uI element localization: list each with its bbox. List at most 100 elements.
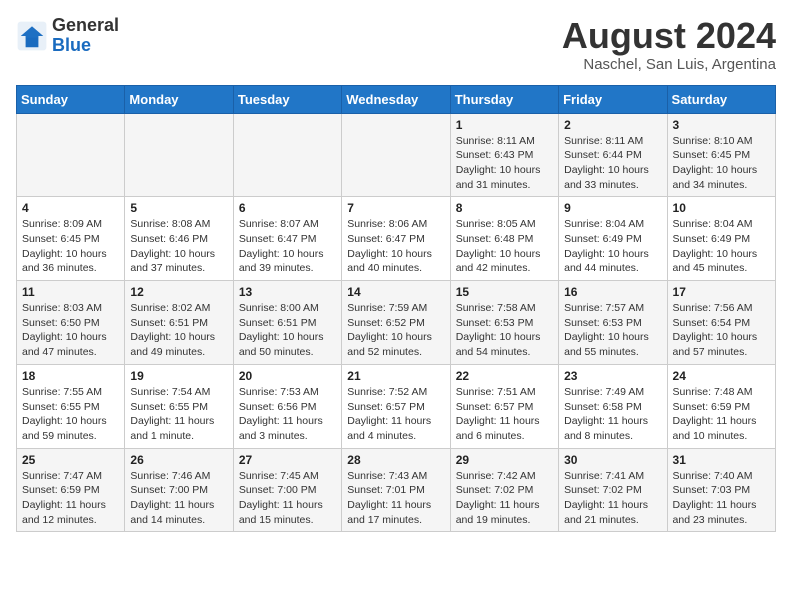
day-info: Sunrise: 7:46 AM Sunset: 7:00 PM Dayligh…	[130, 469, 227, 528]
calendar-table: SundayMondayTuesdayWednesdayThursdayFrid…	[16, 85, 776, 533]
day-info: Sunrise: 8:10 AM Sunset: 6:45 PM Dayligh…	[673, 134, 770, 193]
day-info: Sunrise: 7:45 AM Sunset: 7:00 PM Dayligh…	[239, 469, 336, 528]
logo-icon	[16, 20, 48, 52]
weekday-header-friday: Friday	[559, 85, 667, 113]
day-number: 11	[22, 285, 119, 299]
day-info: Sunrise: 7:42 AM Sunset: 7:02 PM Dayligh…	[456, 469, 553, 528]
logo: General Blue	[16, 16, 119, 56]
day-number: 29	[456, 453, 553, 467]
day-number: 23	[564, 369, 661, 383]
day-number: 16	[564, 285, 661, 299]
page-header: General Blue August 2024 Naschel, San Lu…	[16, 16, 776, 73]
calendar-week-row: 4 Sunrise: 8:09 AM Sunset: 6:45 PM Daylig…	[17, 197, 776, 281]
calendar-cell: 17 Sunrise: 7:56 AM Sunset: 6:54 PM Dayli…	[667, 281, 775, 365]
weekday-header-sunday: Sunday	[17, 85, 125, 113]
calendar-cell: 11 Sunrise: 8:03 AM Sunset: 6:50 PM Dayli…	[17, 281, 125, 365]
day-info: Sunrise: 7:57 AM Sunset: 6:53 PM Dayligh…	[564, 301, 661, 360]
day-info: Sunrise: 8:02 AM Sunset: 6:51 PM Dayligh…	[130, 301, 227, 360]
calendar-cell: 15Sunrise: 7:58 AM Sunset: 6:53 PM Dayli…	[450, 281, 558, 365]
calendar-cell: 4 Sunrise: 8:09 AM Sunset: 6:45 PM Daylig…	[17, 197, 125, 281]
calendar-cell: 14Sunrise: 7:59 AM Sunset: 6:52 PM Dayli…	[342, 281, 450, 365]
calendar-header: SundayMondayTuesdayWednesdayThursdayFrid…	[17, 85, 776, 113]
day-number: 31	[673, 453, 770, 467]
calendar-cell: 21Sunrise: 7:52 AM Sunset: 6:57 PM Dayli…	[342, 364, 450, 448]
day-number: 30	[564, 453, 661, 467]
calendar-cell	[342, 113, 450, 197]
weekday-header-tuesday: Tuesday	[233, 85, 341, 113]
day-number: 24	[673, 369, 770, 383]
day-number: 22	[456, 369, 553, 383]
calendar-cell: 12 Sunrise: 8:02 AM Sunset: 6:51 PM Dayli…	[125, 281, 233, 365]
day-info: Sunrise: 8:11 AM Sunset: 6:44 PM Dayligh…	[564, 134, 661, 193]
day-number: 5	[130, 201, 227, 215]
title-block: August 2024 Naschel, San Luis, Argentina	[562, 16, 776, 73]
weekday-header-monday: Monday	[125, 85, 233, 113]
calendar-week-row: 1Sunrise: 8:11 AM Sunset: 6:43 PM Daylig…	[17, 113, 776, 197]
day-info: Sunrise: 7:52 AM Sunset: 6:57 PM Dayligh…	[347, 385, 444, 444]
day-info: Sunrise: 7:58 AM Sunset: 6:53 PM Dayligh…	[456, 301, 553, 360]
day-number: 7	[347, 201, 444, 215]
calendar-cell	[233, 113, 341, 197]
calendar-cell: 1Sunrise: 8:11 AM Sunset: 6:43 PM Daylig…	[450, 113, 558, 197]
weekday-header-saturday: Saturday	[667, 85, 775, 113]
day-number: 13	[239, 285, 336, 299]
day-number: 26	[130, 453, 227, 467]
day-info: Sunrise: 8:09 AM Sunset: 6:45 PM Dayligh…	[22, 217, 119, 276]
day-info: Sunrise: 8:03 AM Sunset: 6:50 PM Dayligh…	[22, 301, 119, 360]
day-number: 12	[130, 285, 227, 299]
calendar-cell: 31 Sunrise: 7:40 AM Sunset: 7:03 PM Dayli…	[667, 448, 775, 532]
day-number: 19	[130, 369, 227, 383]
day-number: 18	[22, 369, 119, 383]
calendar-cell: 30 Sunrise: 7:41 AM Sunset: 7:02 PM Dayli…	[559, 448, 667, 532]
calendar-cell: 3 Sunrise: 8:10 AM Sunset: 6:45 PM Daylig…	[667, 113, 775, 197]
day-number: 6	[239, 201, 336, 215]
day-number: 17	[673, 285, 770, 299]
day-info: Sunrise: 7:40 AM Sunset: 7:03 PM Dayligh…	[673, 469, 770, 528]
day-number: 4	[22, 201, 119, 215]
calendar-cell: 5 Sunrise: 8:08 AM Sunset: 6:46 PM Daylig…	[125, 197, 233, 281]
day-info: Sunrise: 7:49 AM Sunset: 6:58 PM Dayligh…	[564, 385, 661, 444]
calendar-cell: 8Sunrise: 8:05 AM Sunset: 6:48 PM Daylig…	[450, 197, 558, 281]
calendar-cell: 7 Sunrise: 8:06 AM Sunset: 6:47 PM Daylig…	[342, 197, 450, 281]
logo-general-label: General	[52, 16, 119, 36]
day-number: 2	[564, 118, 661, 132]
day-info: Sunrise: 8:04 AM Sunset: 6:49 PM Dayligh…	[673, 217, 770, 276]
day-info: Sunrise: 7:48 AM Sunset: 6:59 PM Dayligh…	[673, 385, 770, 444]
location-label: Naschel, San Luis, Argentina	[562, 56, 776, 73]
calendar-cell: 6 Sunrise: 8:07 AM Sunset: 6:47 PM Daylig…	[233, 197, 341, 281]
day-number: 25	[22, 453, 119, 467]
day-info: Sunrise: 7:56 AM Sunset: 6:54 PM Dayligh…	[673, 301, 770, 360]
calendar-cell: 13 Sunrise: 8:00 AM Sunset: 6:51 PM Dayli…	[233, 281, 341, 365]
day-info: Sunrise: 8:06 AM Sunset: 6:47 PM Dayligh…	[347, 217, 444, 276]
day-number: 9	[564, 201, 661, 215]
day-info: Sunrise: 8:05 AM Sunset: 6:48 PM Dayligh…	[456, 217, 553, 276]
day-info: Sunrise: 7:43 AM Sunset: 7:01 PM Dayligh…	[347, 469, 444, 528]
logo-text: General Blue	[52, 16, 119, 56]
day-info: Sunrise: 8:07 AM Sunset: 6:47 PM Dayligh…	[239, 217, 336, 276]
day-info: Sunrise: 8:00 AM Sunset: 6:51 PM Dayligh…	[239, 301, 336, 360]
calendar-cell: 18Sunrise: 7:55 AM Sunset: 6:55 PM Dayli…	[17, 364, 125, 448]
day-info: Sunrise: 7:53 AM Sunset: 6:56 PM Dayligh…	[239, 385, 336, 444]
calendar-cell: 25 Sunrise: 7:47 AM Sunset: 6:59 PM Dayli…	[17, 448, 125, 532]
day-number: 3	[673, 118, 770, 132]
calendar-week-row: 25 Sunrise: 7:47 AM Sunset: 6:59 PM Dayli…	[17, 448, 776, 532]
calendar-cell: 28Sunrise: 7:43 AM Sunset: 7:01 PM Dayli…	[342, 448, 450, 532]
day-info: Sunrise: 7:41 AM Sunset: 7:02 PM Dayligh…	[564, 469, 661, 528]
day-info: Sunrise: 8:04 AM Sunset: 6:49 PM Dayligh…	[564, 217, 661, 276]
weekday-header-row: SundayMondayTuesdayWednesdayThursdayFrid…	[17, 85, 776, 113]
calendar-cell: 24 Sunrise: 7:48 AM Sunset: 6:59 PM Dayli…	[667, 364, 775, 448]
calendar-cell: 27Sunrise: 7:45 AM Sunset: 7:00 PM Dayli…	[233, 448, 341, 532]
calendar-body: 1Sunrise: 8:11 AM Sunset: 6:43 PM Daylig…	[17, 113, 776, 532]
day-info: Sunrise: 7:51 AM Sunset: 6:57 PM Dayligh…	[456, 385, 553, 444]
day-info: Sunrise: 7:47 AM Sunset: 6:59 PM Dayligh…	[22, 469, 119, 528]
day-number: 1	[456, 118, 553, 132]
calendar-cell: 26 Sunrise: 7:46 AM Sunset: 7:00 PM Dayli…	[125, 448, 233, 532]
day-info: Sunrise: 7:54 AM Sunset: 6:55 PM Dayligh…	[130, 385, 227, 444]
calendar-cell: 10 Sunrise: 8:04 AM Sunset: 6:49 PM Dayli…	[667, 197, 775, 281]
calendar-cell: 9 Sunrise: 8:04 AM Sunset: 6:49 PM Daylig…	[559, 197, 667, 281]
day-number: 10	[673, 201, 770, 215]
calendar-cell: 23 Sunrise: 7:49 AM Sunset: 6:58 PM Dayli…	[559, 364, 667, 448]
calendar-week-row: 11 Sunrise: 8:03 AM Sunset: 6:50 PM Dayli…	[17, 281, 776, 365]
day-number: 14	[347, 285, 444, 299]
day-info: Sunrise: 8:08 AM Sunset: 6:46 PM Dayligh…	[130, 217, 227, 276]
